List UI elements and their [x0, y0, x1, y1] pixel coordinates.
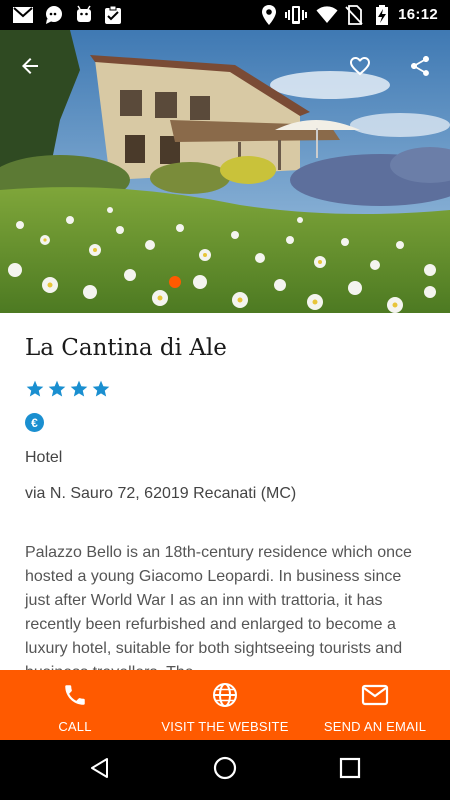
visit-website-label: VISIT THE WEBSITE: [161, 719, 289, 734]
battery-charging-icon: [375, 5, 389, 25]
gmail-icon: [12, 5, 34, 25]
heart-outline-icon: [348, 54, 372, 83]
contact-action-bar: CALL VISIT THE WEBSITE SEND AN EMAIL: [0, 670, 450, 740]
clipboard-icon: [103, 5, 123, 25]
nav-home-button[interactable]: [210, 755, 240, 785]
visit-website-button[interactable]: VISIT THE WEBSITE: [150, 670, 300, 740]
star-rating: [25, 379, 111, 404]
vibrate-icon: [285, 5, 307, 25]
location-icon: [261, 5, 277, 25]
globe-icon: [212, 681, 238, 709]
nav-back-icon: [88, 756, 112, 785]
system-navigation-bar: [0, 740, 450, 800]
price-level-euro-icon: €: [25, 413, 44, 432]
status-bar: 16:12: [0, 0, 450, 30]
wifi-icon: [316, 5, 338, 25]
hotel-photo-carousel[interactable]: [0, 30, 450, 313]
star-icon: [47, 379, 67, 404]
android-icon: [74, 5, 94, 25]
hotel-description: Palazzo Bello is an 18th-century residen…: [25, 544, 412, 670]
star-icon: [69, 379, 89, 404]
send-email-button[interactable]: SEND AN EMAIL: [300, 670, 450, 740]
nav-back-button[interactable]: [85, 755, 115, 785]
hotel-address: via N. Sauro 72, 62019 Recanati (MC): [25, 485, 297, 502]
no-sim-icon: [345, 5, 363, 25]
arrow-back-icon: [18, 54, 42, 83]
hotel-name: La Cantina di Ale: [25, 335, 227, 361]
back-button[interactable]: [10, 48, 50, 88]
star-icon: [25, 379, 45, 404]
hotel-details: La Cantina di Ale € Hotel via N. Sauro 7…: [0, 313, 450, 670]
favorite-button[interactable]: [340, 48, 380, 88]
nav-recents-icon: [339, 757, 361, 784]
share-button[interactable]: [400, 48, 440, 88]
send-email-label: SEND AN EMAIL: [323, 719, 427, 734]
status-time: 16:12: [398, 6, 438, 23]
chat-icon: [44, 5, 64, 25]
nav-recents-button[interactable]: [335, 755, 365, 785]
phone-icon: [62, 681, 88, 709]
pager-indicator-dot: [169, 276, 181, 288]
nav-home-icon: [212, 755, 238, 786]
star-icon: [91, 379, 111, 404]
call-label: CALL: [58, 719, 92, 734]
call-button[interactable]: CALL: [0, 670, 150, 740]
mail-icon: [361, 681, 389, 709]
share-icon: [408, 54, 432, 83]
hotel-photo: [0, 30, 450, 313]
hotel-type: Hotel: [25, 449, 63, 466]
